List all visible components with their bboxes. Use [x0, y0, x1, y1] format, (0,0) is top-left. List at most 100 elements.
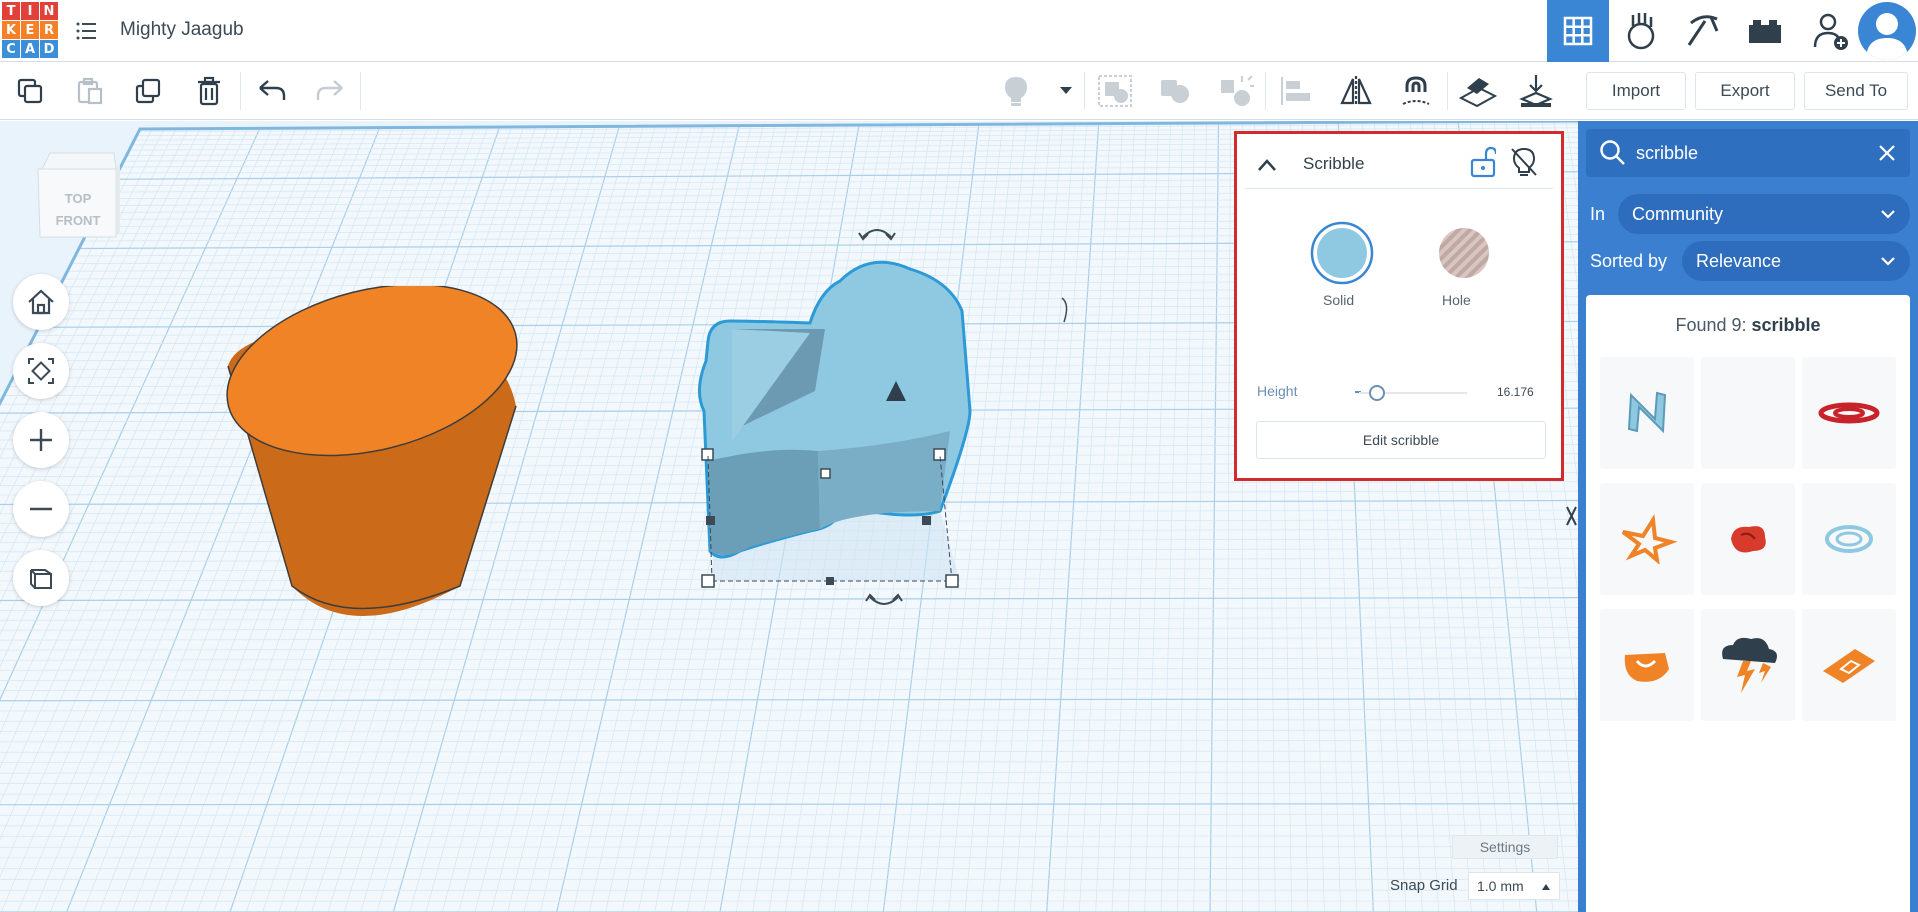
- mirror-button[interactable]: [1336, 71, 1376, 111]
- height-slider-knob[interactable]: [1369, 385, 1385, 401]
- lightbulb-icon: [1005, 77, 1027, 106]
- scribble-shape[interactable]: [690, 211, 1050, 591]
- rotate-top-icon[interactable]: [857, 221, 897, 245]
- mirror-icon: [1340, 76, 1372, 106]
- bricks-view-button[interactable]: [1734, 0, 1796, 62]
- notes-dropdown-button[interactable]: [1046, 71, 1086, 111]
- magnet-icon: [1402, 76, 1430, 105]
- cylinder-shape[interactable]: [210, 286, 530, 626]
- results-count: Found 9: scribble: [1586, 315, 1910, 336]
- user-add-icon: [1813, 13, 1848, 50]
- hide-bulb-icon[interactable]: [1509, 146, 1539, 178]
- red-swirl-icon: [1818, 402, 1880, 424]
- viewcube-top-label: TOP: [65, 191, 92, 206]
- result-tile[interactable]: [1701, 609, 1795, 721]
- tinkercad-logo[interactable]: TIN KER CAD: [2, 2, 58, 58]
- snap-grid-select[interactable]: 1.0 mm: [1468, 872, 1560, 900]
- undo-icon: [259, 80, 286, 100]
- in-label: In: [1590, 204, 1606, 224]
- paste-button[interactable]: [70, 71, 110, 111]
- fit-view-button[interactable]: [13, 343, 69, 399]
- hand-icon: [1627, 13, 1655, 50]
- delete-button[interactable]: [189, 71, 229, 111]
- inspector-title: Scribble: [1303, 154, 1365, 173]
- search-results: Found 9: scribble: [1586, 295, 1910, 912]
- plus-icon: [30, 429, 52, 451]
- height-value[interactable]: 16.176: [1497, 385, 1534, 399]
- caret-up-icon: [1542, 884, 1550, 890]
- result-tile[interactable]: [1600, 357, 1694, 469]
- logo-letter: N: [40, 2, 58, 20]
- undo-button[interactable]: [252, 71, 292, 111]
- copy-button[interactable]: [10, 71, 50, 111]
- home-view-button[interactable]: [13, 274, 69, 330]
- collapse-chevron-icon[interactable]: [1257, 158, 1277, 172]
- result-tile[interactable]: [1701, 357, 1795, 469]
- result-tile[interactable]: [1802, 357, 1896, 469]
- zoom-out-button[interactable]: [13, 481, 69, 537]
- logo-letter: C: [2, 40, 20, 58]
- orange-knot-icon: [1624, 653, 1669, 682]
- toolbar: Import Export Send To: [0, 62, 1918, 120]
- result-tile[interactable]: [1600, 483, 1694, 595]
- rotate-bottom-icon[interactable]: [864, 589, 904, 613]
- export-button[interactable]: Export: [1695, 72, 1795, 110]
- logo-letter: K: [2, 21, 20, 39]
- caret-down-icon: [1060, 87, 1072, 94]
- unlock-icon[interactable]: [1470, 146, 1496, 178]
- import-button[interactable]: Import: [1586, 72, 1686, 110]
- result-tile[interactable]: [1701, 483, 1795, 595]
- copy-icon: [17, 78, 43, 104]
- user-avatar[interactable]: [1858, 2, 1916, 60]
- align-icon: [1281, 77, 1310, 105]
- codeblocks-view-button[interactable]: [1672, 0, 1734, 62]
- source-dropdown[interactable]: Community: [1618, 194, 1910, 234]
- sort-dropdown[interactable]: Relevance: [1682, 241, 1910, 281]
- view-cube[interactable]: TOP FRONT: [36, 151, 122, 251]
- 3d-design-view-button[interactable]: [1547, 0, 1609, 62]
- cruise-button[interactable]: [1396, 71, 1436, 111]
- smart-tool-button[interactable]: [1216, 71, 1256, 111]
- clear-search-icon[interactable]: [1878, 144, 1896, 162]
- solid-label: Solid: [1323, 292, 1355, 308]
- search-box[interactable]: scribble: [1586, 129, 1910, 177]
- workplane-icon: [1459, 78, 1497, 108]
- notes-light-button[interactable]: [996, 71, 1036, 111]
- pickaxe-icon: [1687, 15, 1719, 46]
- redo-button[interactable]: [310, 71, 350, 111]
- home-icon: [28, 289, 54, 315]
- grid-icon: [1563, 16, 1593, 46]
- design-list-icon[interactable]: [76, 21, 98, 41]
- workplane[interactable]: TOP FRONT Scribble Solid Hole Height 16.…: [0, 121, 1578, 912]
- workplane-button[interactable]: [1458, 71, 1498, 111]
- ruler-drop-icon: [1519, 75, 1553, 107]
- align-button[interactable]: [1276, 71, 1316, 111]
- snap-grid-value: 1.0 mm: [1477, 878, 1524, 894]
- sort-value: Relevance: [1696, 250, 1782, 271]
- result-tile[interactable]: [1802, 483, 1896, 595]
- blue-n-scribble-icon: [1627, 391, 1667, 434]
- group-button[interactable]: [1095, 71, 1135, 111]
- add-user-button[interactable]: [1800, 0, 1862, 62]
- perspective-cube-icon: [30, 569, 52, 589]
- result-tile[interactable]: [1600, 609, 1694, 721]
- ungroup-button[interactable]: [1155, 71, 1195, 111]
- zoom-in-button[interactable]: [13, 412, 69, 468]
- solid-swatch[interactable]: [1310, 221, 1374, 285]
- result-tile[interactable]: [1802, 609, 1896, 721]
- send-to-button[interactable]: Send To: [1804, 72, 1908, 110]
- settings-button[interactable]: Settings: [1452, 835, 1558, 859]
- circuits-view-button[interactable]: [1610, 0, 1672, 62]
- project-title[interactable]: Mighty Jaagub: [120, 19, 244, 41]
- brick-icon: [1749, 20, 1781, 43]
- rotate-side-icon[interactable]: [1056, 296, 1076, 326]
- perspective-button[interactable]: [13, 550, 69, 606]
- viewcube-front-label: FRONT: [56, 213, 101, 228]
- search-input[interactable]: scribble: [1636, 143, 1698, 164]
- chevron-down-icon: [1881, 257, 1895, 266]
- hole-swatch[interactable]: [1437, 226, 1491, 280]
- ruler-button[interactable]: [1516, 71, 1556, 111]
- duplicate-button[interactable]: [129, 71, 169, 111]
- edit-scribble-button[interactable]: Edit scribble: [1256, 421, 1546, 459]
- panel-collapse-handle[interactable]: [1565, 501, 1578, 531]
